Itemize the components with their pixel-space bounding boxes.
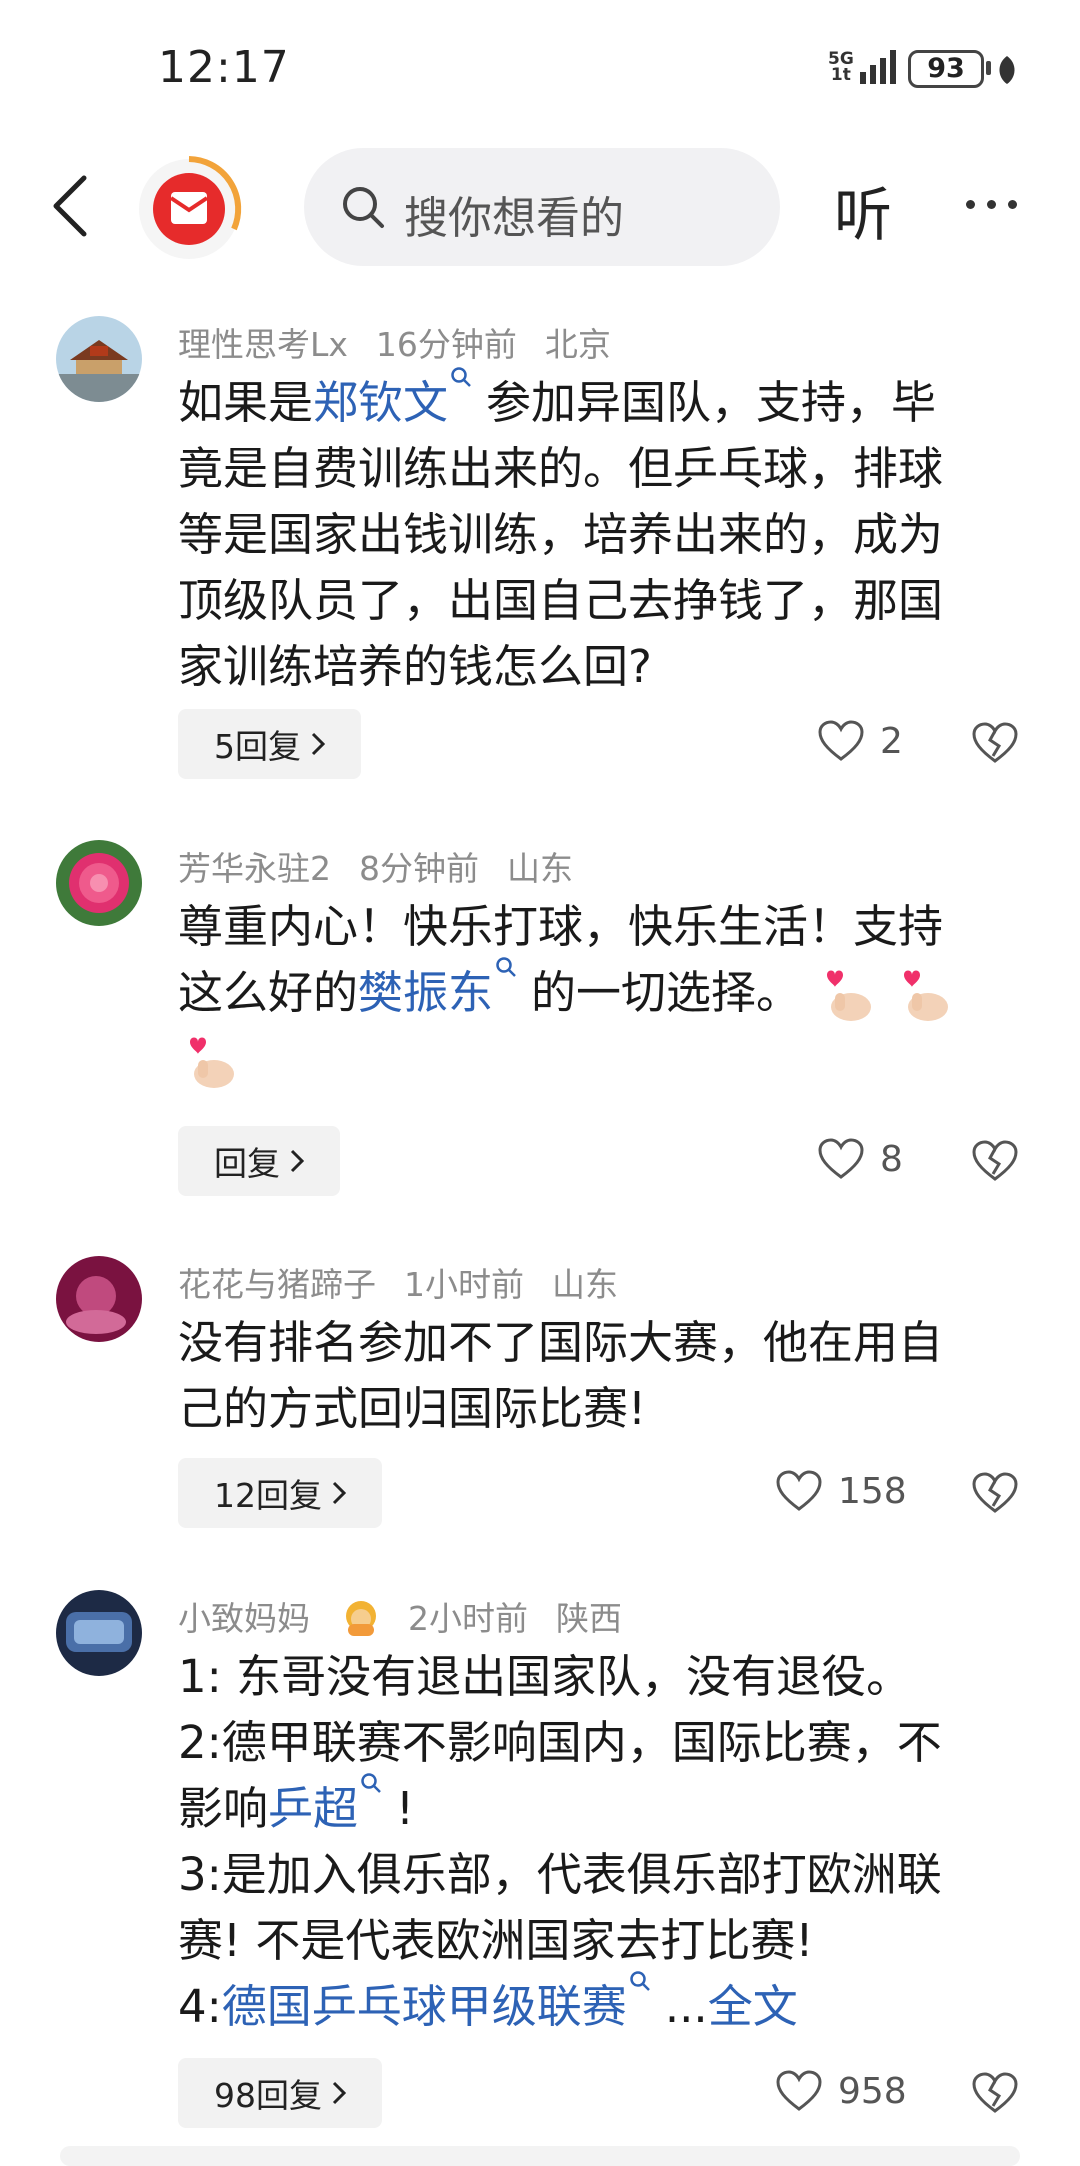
user-avatar[interactable] [56,840,142,926]
view-replies-button[interactable]: 12回复 [178,1458,382,1528]
network-indicator: 5G 1t [828,50,898,84]
keyword-search-icon [451,367,471,387]
listen-button[interactable]: 听 [834,168,892,252]
more-options-icon[interactable] [966,200,1017,209]
next-content-edge [60,2146,1020,2166]
comment-text: 如果是郑钦文 参加异国队，支持，毕 竟是自费训练出来的。但乒乓球，排球 等是国家出… [178,367,1008,700]
view-replies-button[interactable]: 回复 [178,1126,340,1196]
battery-icon: 93 [908,50,984,88]
finger-heart-emoji [190,1037,234,1088]
view-replies-button[interactable]: 5回复 [178,709,361,779]
comment-location: 山东 [507,849,573,888]
eco-leaf-icon [999,56,1015,84]
keyword-search-icon [630,1971,650,1991]
comment-time: 16分钟前 [375,325,517,364]
username[interactable]: 芳华永驻2 [178,849,331,888]
username[interactable]: 理性思考Lx [178,325,348,364]
user-avatar[interactable] [56,1256,142,1342]
comment-time: 8分钟前 [359,849,479,888]
like-count: 2 [880,720,903,762]
like-count: 8 [880,1138,903,1180]
expand-full-text-link[interactable]: 全文 [708,1980,798,2033]
network-subtype: 1t [830,65,851,85]
search-icon [343,187,384,228]
search-placeholder: 搜你想看的 [404,193,624,244]
comment-text: 1: 东哥没有退出国家队，没有退役。 2:德甲联赛不影响国内，国际比赛，不 影响… [178,1650,942,2033]
woman-emoji [346,1601,376,1636]
comment-text: 尊重内心！快乐打球，快乐生活！支持 这么好的樊振东 的一切选择。 [178,894,1008,1094]
comment-location: 北京 [544,325,611,364]
keyword-link[interactable]: 德国乒乓球甲级联赛 [222,1980,627,2033]
red-envelope-icon[interactable] [134,154,244,264]
like-count: 158 [838,1470,907,1512]
top-nav: 搜你想看的 听 [0,140,1080,270]
comment-time: 1小时前 [404,1265,524,1304]
keyword-link[interactable]: 乒超 [268,1782,358,1835]
like-button[interactable]: 158 [776,1470,907,1512]
heart-icon [818,720,864,761]
comment-meta: 小致妈妈 2小时前 陕西 [178,1592,650,1640]
user-avatar[interactable] [56,316,142,402]
keyword-search-icon [361,1773,381,1793]
signal-icon [859,50,896,84]
finger-heart-emoji [903,970,948,1021]
broken-heart-icon[interactable] [972,1472,1018,1514]
view-replies-button[interactable]: 98回复 [178,2058,382,2128]
heart-icon [776,1470,822,1511]
username[interactable]: 小致妈妈 [178,1599,380,1638]
username[interactable]: 花花与猪蹄子 [178,1265,376,1304]
heart-icon [818,1138,864,1179]
like-count: 958 [838,2070,907,2112]
chevron-right-icon [290,1149,304,1173]
comment-meta: 芳华永驻2 8分钟前 山东 [178,842,601,890]
comment-text: 没有排名参加不了国际大赛，他在用自 己的方式回归国际比赛! [178,1316,944,1435]
comment-time: 2小时前 [408,1599,528,1638]
like-button[interactable]: 958 [776,2070,907,2112]
user-avatar[interactable] [56,1590,142,1676]
broken-heart-icon[interactable] [972,2072,1018,2114]
keyword-link[interactable]: 樊振东 [358,966,493,1019]
comment-meta: 理性思考Lx 16分钟前 北京 [178,318,639,366]
chevron-right-icon [311,732,325,756]
back-arrow-icon[interactable] [50,174,90,238]
search-bar[interactable]: 搜你想看的 [304,148,780,266]
keyword-search-icon [496,957,516,977]
battery-level: 93 [927,53,965,84]
broken-heart-icon[interactable] [972,1140,1018,1182]
heart-icon [776,2070,822,2111]
comment-location: 陕西 [556,1599,622,1638]
like-button[interactable]: 8 [818,1138,903,1180]
status-bar: 12:17 5G 1t 93 [0,0,1080,130]
status-time: 12:17 [158,42,290,93]
chevron-right-icon [332,2081,346,2105]
comment-location: 山东 [552,1265,618,1304]
chevron-right-icon [332,1481,346,1505]
comment-meta: 花花与猪蹄子 1小时前 山东 [178,1258,646,1306]
finger-heart-emoji [827,970,872,1021]
broken-heart-icon[interactable] [972,722,1018,764]
like-button[interactable]: 2 [818,720,903,762]
keyword-link[interactable]: 郑钦文 [313,376,448,429]
